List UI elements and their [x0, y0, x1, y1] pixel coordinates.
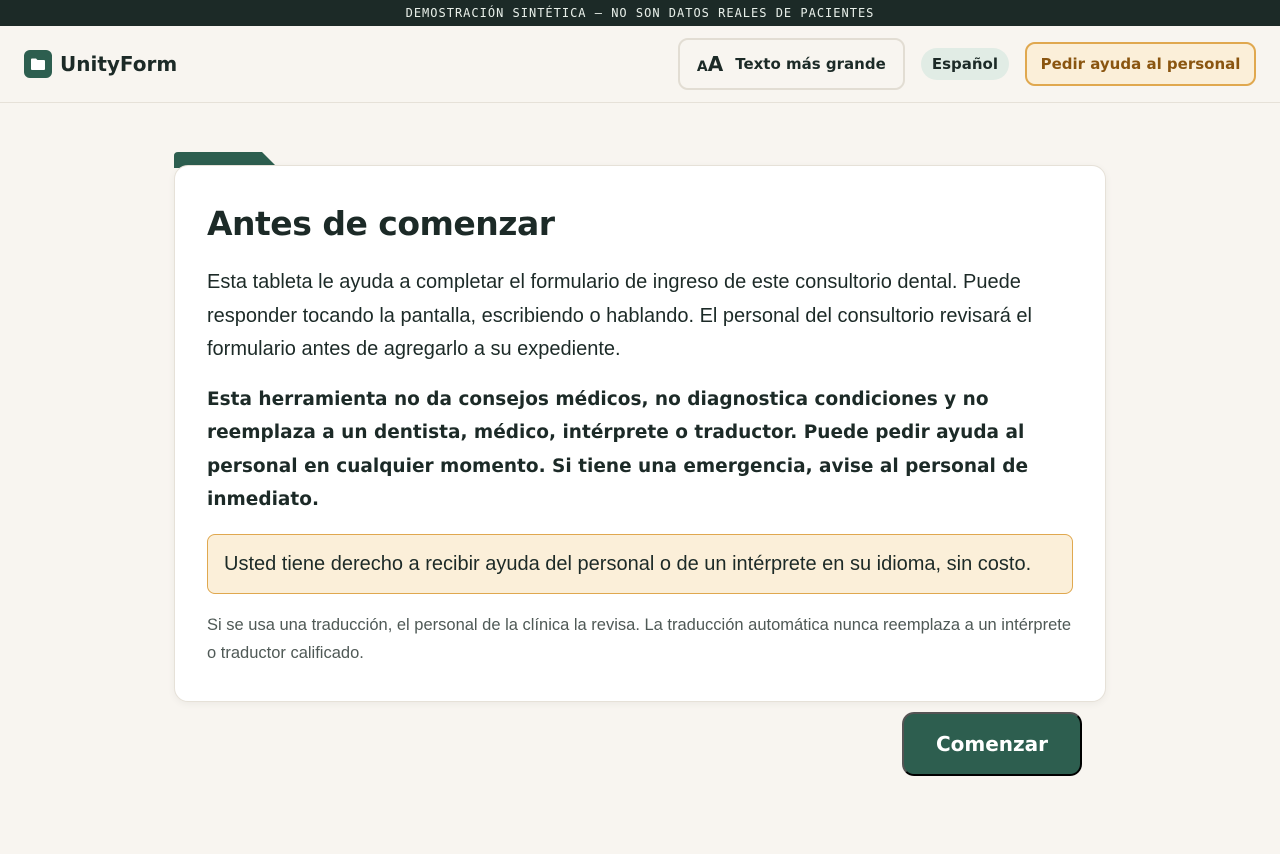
translation-note: Si se usa una traducción, el personal de…: [207, 615, 1072, 662]
interpreter-rights-notice: Usted tiene derecho a recibir ayuda del …: [207, 533, 1073, 594]
start-button[interactable]: Comenzar: [902, 712, 1082, 776]
brand-name: UnityForm: [60, 52, 178, 76]
folder-icon: [24, 50, 52, 78]
demo-banner-text: DEMOSTRACIÓN SINTÉTICA — NO SON DATOS RE…: [405, 6, 875, 20]
larger-text-label: Texto más grande: [735, 55, 886, 73]
brand: UnityForm: [24, 50, 177, 78]
demo-banner: DEMOSTRACIÓN SINTÉTICA — NO SON DATOS RE…: [0, 0, 1280, 26]
request-staff-help-button[interactable]: Pedir ayuda al personal: [1025, 42, 1256, 86]
text-size-icon: AA: [696, 52, 724, 76]
intro-card: Antes de comenzar Esta tableta le ayuda …: [174, 165, 1106, 702]
top-actions: AA Texto más grande Español Pedir ayuda …: [677, 38, 1256, 90]
top-bar: UnityForm AA Texto más grande Español Pe…: [0, 26, 1280, 103]
intro-text: Esta tableta le ayuda a completar el for…: [207, 271, 1032, 360]
larger-text-button[interactable]: AA Texto más grande: [677, 38, 905, 90]
language-selector[interactable]: Español: [920, 48, 1009, 80]
page-title: Antes de comenzar: [207, 204, 555, 243]
disclaimer-text: Esta herramienta no da consejos médicos,…: [207, 388, 1029, 511]
